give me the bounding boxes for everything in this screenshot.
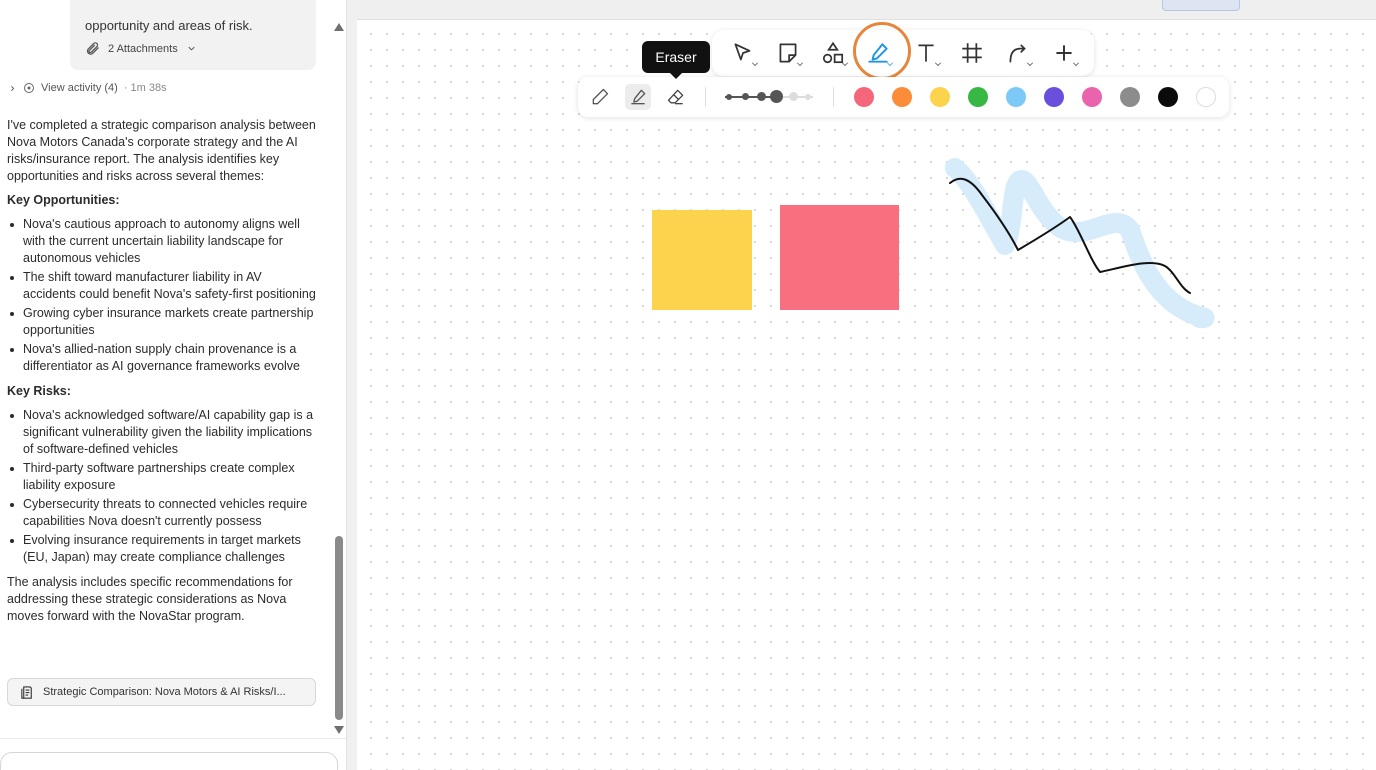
- document-icon: [21, 685, 32, 699]
- chat-input[interactable]: [0, 752, 338, 770]
- size-option-selected[interactable]: [770, 90, 783, 103]
- color-swatch-green[interactable]: [968, 87, 988, 107]
- yellow-sticky[interactable]: [652, 210, 752, 310]
- panel-gutter: [347, 0, 357, 770]
- scrollbar-thumb[interactable]: [335, 536, 343, 720]
- highlighter-icon: [631, 89, 646, 105]
- eraser-mode-button[interactable]: [663, 84, 689, 110]
- color-swatch-purple[interactable]: [1044, 87, 1064, 107]
- artifact-label: Strategic Comparison: Nova Motors & AI R…: [43, 686, 286, 698]
- size-option[interactable]: [726, 94, 732, 100]
- list-item: The shift toward manufacturer liability …: [7, 269, 317, 303]
- color-swatch-orange[interactable]: [892, 87, 912, 107]
- view-activity-toggle[interactable]: View activity (4) · 1m 38s: [8, 82, 167, 94]
- select-tool-button[interactable]: [724, 38, 762, 68]
- color-swatch-light-blue[interactable]: [1006, 87, 1026, 107]
- pen-tool-highlight-ring: [853, 22, 911, 80]
- list-item: Nova's allied-nation supply chain proven…: [7, 341, 317, 375]
- eraser-icon: [667, 89, 684, 105]
- color-swatch-gray[interactable]: [1120, 87, 1140, 107]
- add-tool-button[interactable]: [1045, 38, 1083, 68]
- color-swatch-red[interactable]: [854, 87, 874, 107]
- toolbar-separator: [833, 87, 834, 107]
- whiteboard-canvas[interactable]: [357, 20, 1376, 770]
- color-swatch-pink[interactable]: [1082, 87, 1102, 107]
- list-item: Nova's cautious approach to autonomy ali…: [7, 216, 317, 267]
- size-track: [725, 96, 813, 98]
- size-option[interactable]: [805, 94, 811, 100]
- eraser-tooltip: Eraser: [642, 41, 710, 79]
- composer-divider: [0, 738, 346, 739]
- size-option[interactable]: [757, 92, 766, 101]
- risks-list: Nova's acknowledged software/AI capabili…: [7, 407, 317, 566]
- color-swatch-yellow[interactable]: [930, 87, 950, 107]
- color-swatch-white[interactable]: [1196, 87, 1216, 107]
- clock-icon: [24, 83, 34, 93]
- color-swatch-black[interactable]: [1158, 87, 1178, 107]
- highlighter-mode-button[interactable]: [625, 84, 651, 110]
- scroll-up-arrow[interactable]: [334, 23, 344, 31]
- opportunities-list: Nova's cautious approach to autonomy ali…: [7, 216, 317, 375]
- frame-icon: [962, 43, 982, 63]
- risks-heading: Key Risks:: [7, 384, 71, 398]
- drawn-strokes[interactable]: [930, 150, 1220, 340]
- previous-message-text: opportunity and areas of risk.: [85, 18, 253, 33]
- chat-scroll-area: opportunity and areas of risk. 2 Attachm…: [0, 0, 332, 740]
- pencil-icon: [592, 88, 609, 105]
- paperclip-icon: [86, 42, 99, 55]
- activity-duration: · 1m 38s: [123, 82, 167, 94]
- previous-message-card: opportunity and areas of risk. 2 Attachm…: [70, 0, 316, 70]
- highlighter-stroke[interactable]: [945, 158, 1215, 328]
- frame-tool-button[interactable]: [953, 38, 991, 68]
- note-tool-button[interactable]: [769, 38, 807, 68]
- message-conclusion: The analysis includes specific recommend…: [7, 575, 293, 623]
- chevron-down-icon: [188, 46, 195, 51]
- opportunities-heading: Key Opportunities:: [7, 193, 120, 207]
- list-item: Cybersecurity threats to connected vehic…: [7, 496, 317, 530]
- shapes-tool-button[interactable]: [814, 38, 852, 68]
- pencil-mode-button[interactable]: [587, 84, 613, 110]
- chat-panel: opportunity and areas of risk. 2 Attachm…: [0, 0, 347, 770]
- artifact-button[interactable]: Strategic Comparison: Nova Motors & AI R…: [7, 678, 316, 706]
- pen-options-toolbar: [578, 77, 1229, 117]
- view-toggle-button[interactable]: [1162, 0, 1240, 11]
- assistant-message: I've completed a strategic comparison an…: [7, 117, 317, 632]
- chevron-right-icon: [11, 85, 15, 91]
- list-item: Growing cyber insurance markets create p…: [7, 305, 317, 339]
- list-item: Third-party software partnerships create…: [7, 460, 317, 494]
- toolbar-separator: [705, 87, 706, 107]
- size-option[interactable]: [789, 92, 798, 101]
- text-tool-button[interactable]: [907, 38, 945, 68]
- red-sticky[interactable]: [780, 205, 899, 310]
- connector-tool-button[interactable]: [999, 38, 1037, 68]
- scroll-down-arrow[interactable]: [334, 726, 344, 734]
- attachments-toggle[interactable]: 2 Attachments: [85, 41, 197, 56]
- list-item: Evolving insurance requirements in targe…: [7, 532, 317, 566]
- list-item: Nova's acknowledged software/AI capabili…: [7, 407, 317, 458]
- size-option[interactable]: [742, 93, 749, 100]
- message-intro: I've completed a strategic comparison an…: [7, 118, 316, 183]
- attachments-label: 2 Attachments: [108, 42, 178, 55]
- view-activity-label: View activity (4): [41, 82, 118, 94]
